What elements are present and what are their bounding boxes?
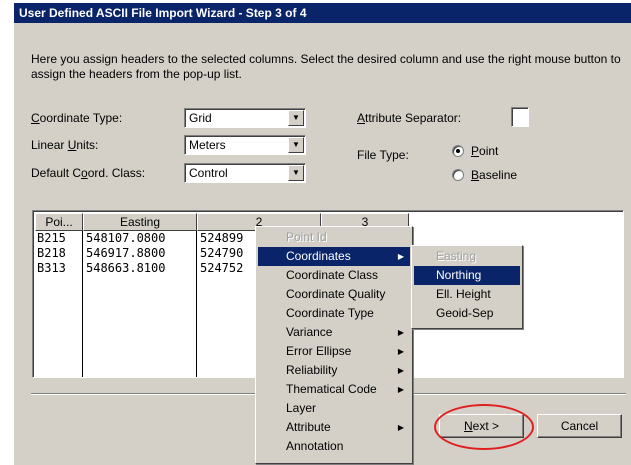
menu-item-coordinate-quality[interactable]: Coordinate Quality (258, 285, 410, 304)
submenu-item-easting[interactable]: Easting (414, 247, 520, 266)
column-header[interactable]: Easting (83, 213, 197, 231)
coordinates-submenu: Easting Northing Ell. Height Geoid-Sep (411, 245, 523, 329)
attribute-separator-label: Attribute Separator: (357, 111, 462, 125)
chevron-down-icon[interactable]: ▼ (288, 110, 304, 126)
menu-item-coordinate-type[interactable]: Coordinate Type (258, 304, 410, 323)
point-radio[interactable] (452, 145, 464, 157)
coordinate-type-select[interactable]: Grid ▼ (184, 108, 306, 128)
highlight-annotation-ellipse (434, 404, 534, 450)
triangle-right-icon: ▶ (397, 366, 404, 375)
attribute-separator-input[interactable] (511, 107, 529, 127)
coordinate-type-value: Grid (189, 111, 212, 125)
linear-units-select[interactable]: Meters ▼ (184, 135, 306, 155)
triangle-right-icon: ▶ (397, 385, 404, 394)
point-radio-label[interactable]: Point (471, 144, 498, 158)
triangle-right-icon: ▶ (397, 328, 404, 337)
table-cell[interactable]: 548663.8100 (86, 261, 196, 275)
chevron-down-icon[interactable]: ▼ (288, 137, 304, 153)
default-coord-class-select[interactable]: Control ▼ (184, 163, 306, 183)
triangle-right-icon: ▶ (397, 252, 404, 261)
menu-item-annotation[interactable]: Annotation (258, 437, 410, 456)
linear-units-value: Meters (189, 138, 226, 152)
table-cell[interactable]: 524752 (200, 261, 254, 275)
default-coord-class-value: Control (189, 166, 228, 180)
baseline-radio[interactable] (452, 169, 464, 181)
triangle-right-icon: ▶ (397, 423, 404, 432)
baseline-radio-label[interactable]: Baseline (471, 168, 517, 182)
menu-item-thematical-code[interactable]: Thematical Code ▶ (258, 380, 410, 399)
instructions-text: Here you assign headers to the selected … (31, 52, 621, 81)
menu-item-error-ellipse[interactable]: Error Ellipse ▶ (258, 342, 410, 361)
menu-item-coordinate-class[interactable]: Coordinate Class (258, 266, 410, 285)
table-cell[interactable]: B218 (37, 246, 81, 260)
table-cell[interactable]: 548107.0800 (86, 231, 196, 245)
submenu-item-geoid-sep[interactable]: Geoid-Sep (414, 304, 520, 323)
table-cell[interactable]: 524899 (200, 231, 254, 245)
coordinate-type-label: Coordinate Type: (31, 111, 123, 125)
header-context-menu: Point Id Coordinates ▶ Coordinate Class C… (255, 226, 413, 464)
table-cell[interactable]: 524790 (200, 246, 254, 260)
default-coord-class-label: Default Coord. Class: (31, 166, 146, 180)
menu-item-variance[interactable]: Variance ▶ (258, 323, 410, 342)
window-title: User Defined ASCII File Import Wizard - … (14, 3, 631, 23)
menu-item-attribute[interactable]: Attribute ▶ (258, 418, 410, 437)
table-cell[interactable]: B215 (37, 231, 81, 245)
radio-selected-dot (456, 149, 460, 153)
menu-item-reliability[interactable]: Reliability ▶ (258, 361, 410, 380)
triangle-right-icon: ▶ (397, 347, 404, 356)
submenu-item-northing[interactable]: Northing (414, 266, 520, 285)
menu-item-point-id[interactable]: Point Id (258, 228, 410, 247)
table-cell[interactable]: 546917.8800 (86, 246, 196, 260)
menu-item-layer[interactable]: Layer (258, 399, 410, 418)
submenu-item-ell-height[interactable]: Ell. Height (414, 285, 520, 304)
file-type-label: File Type: (357, 148, 409, 162)
menu-item-coordinates[interactable]: Coordinates ▶ (258, 247, 410, 266)
column-header[interactable]: Poi... (35, 213, 83, 231)
cancel-button[interactable]: Cancel (537, 414, 622, 438)
linear-units-label: Linear Units: (31, 138, 99, 152)
chevron-down-icon[interactable]: ▼ (288, 165, 304, 181)
table-cell[interactable]: B313 (37, 261, 81, 275)
